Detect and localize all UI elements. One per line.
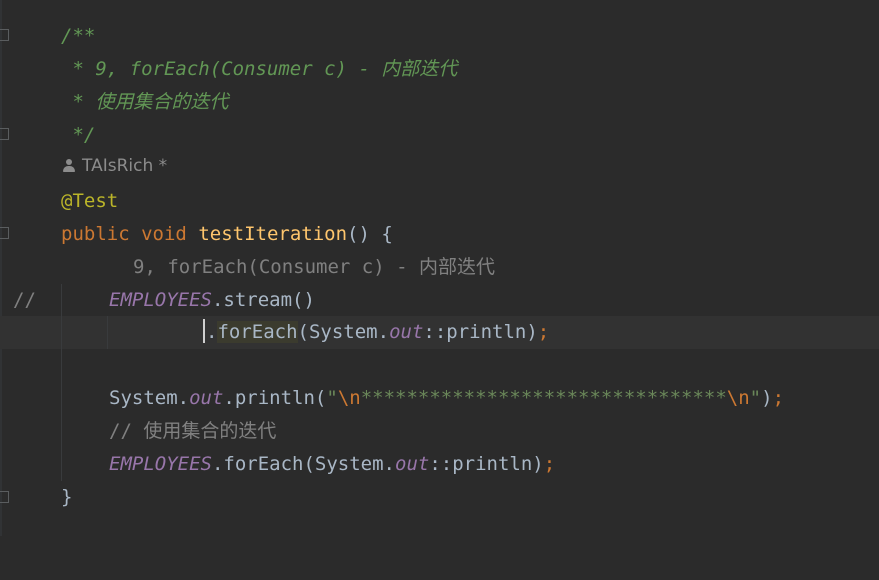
code-line-doc-open: /** <box>0 20 879 53</box>
system-class: System <box>109 387 178 409</box>
method-signature-rest: () { <box>347 223 393 245</box>
doc-comment-line: * 9, forEach(Consumer c) - 内部迭代 <box>61 58 458 80</box>
closing-brace: } <box>61 486 73 508</box>
semicolon: ; <box>537 321 550 343</box>
println-call: .println( <box>223 387 327 409</box>
doc-comment-line: * 使用集合的迭代 <box>61 91 229 113</box>
code-line-foreach-collection: EMPLOYEES.forEach(System.out::println); <box>0 448 879 481</box>
code-line-comment: // 使用集合的迭代 <box>0 415 879 448</box>
code-line-empty <box>0 349 879 382</box>
doc-comment-open: /** <box>61 25 96 47</box>
line-comment: // 使用集合的迭代 <box>109 420 277 442</box>
text-caret <box>203 319 205 343</box>
code-line-commented: // 9, forEach(Consumer c) - 内部迭代 <box>0 251 879 311</box>
code-line-doc-1: * 9, forEach(Consumer c) - 内部迭代 <box>0 53 879 86</box>
semicolon: ; <box>543 453 556 475</box>
string-stars: ******************************** <box>360 387 727 409</box>
out-field: out <box>389 321 424 343</box>
commented-code: 9, forEach(Consumer c) - 内部迭代 <box>133 256 495 278</box>
employees-constant: EMPLOYEES <box>109 453 212 475</box>
system-class: System <box>308 321 378 343</box>
person-icon <box>62 158 76 172</box>
code-line-method-signature: public void testIteration() { <box>0 218 879 251</box>
println-reference: ::println) <box>429 453 544 475</box>
stream-call: .stream() <box>211 289 315 311</box>
foreach-method-highlight: forEach <box>217 321 298 343</box>
code-line-close-brace: } <box>0 481 879 514</box>
code-line-annotation: @Test <box>0 185 879 218</box>
keyword-void: void <box>141 223 187 245</box>
code-line-doc-2: * 使用集合的迭代 <box>0 86 879 119</box>
escape-newline: \n <box>726 387 750 409</box>
code-line-foreach-current: .forEach(System.out::println); <box>0 316 879 349</box>
keyword-public: public <box>61 223 130 245</box>
string-quote: " <box>326 387 338 409</box>
code-editor[interactable]: /** * 9, forEach(Consumer c) - 内部迭代 * 使用… <box>0 0 879 536</box>
employees-constant: EMPLOYEES <box>109 289 212 311</box>
system-class: System <box>314 453 384 475</box>
author-inlay-hint[interactable]: TAIsRich * <box>62 150 167 183</box>
code-line-stream: EMPLOYEES.stream() <box>0 284 879 317</box>
test-annotation: @Test <box>61 190 119 212</box>
semicolon: ; <box>772 387 785 409</box>
code-line-println: System.out.println("\n******************… <box>0 382 879 415</box>
escape-newline: \n <box>337 387 361 409</box>
string-quote: " <box>749 387 762 409</box>
doc-comment-close: */ <box>61 124 96 146</box>
println-reference: ::println) <box>423 321 538 343</box>
method-name: testIteration <box>198 223 348 245</box>
foreach-call: .forEach( <box>211 453 315 475</box>
dot: . <box>206 321 218 343</box>
out-field: out <box>189 387 224 409</box>
code-line-doc-close: */ <box>0 119 879 152</box>
out-field: out <box>395 453 430 475</box>
author-name: TAIsRich * <box>82 156 168 176</box>
